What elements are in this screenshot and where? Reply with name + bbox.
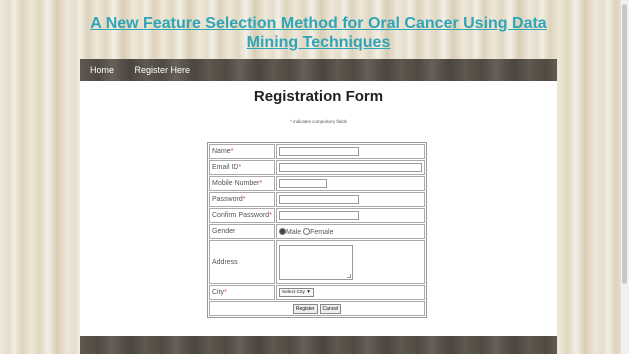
city-label-text: City xyxy=(212,289,225,296)
confirm-password-cell xyxy=(276,208,425,223)
row-password: Password* xyxy=(209,192,425,207)
password-label: Password* xyxy=(209,192,275,207)
confirm-password-label: Confirm Password* xyxy=(209,208,275,223)
content-panel: Registration Form * indicates compulsory… xyxy=(80,81,557,336)
male-label: Male xyxy=(286,228,302,236)
row-confirm-password: Confirm Password* xyxy=(209,208,425,223)
password-input[interactable] xyxy=(279,195,359,204)
compulsory-note: * indicates compulsory fields xyxy=(290,119,347,124)
chevron-down-icon: ▼ xyxy=(306,290,312,295)
address-cell xyxy=(276,240,425,284)
cancel-button[interactable]: Cancel xyxy=(319,303,342,314)
required-mark: * xyxy=(242,196,246,203)
city-cell: Select City ▼ xyxy=(276,285,425,300)
mobile-cell xyxy=(276,176,425,191)
row-mobile: Mobile Number* xyxy=(209,176,425,191)
scrollbar-thumb[interactable] xyxy=(622,4,627,284)
email-label: Email ID* xyxy=(209,160,275,175)
mobile-input[interactable] xyxy=(279,179,327,188)
required-mark: * xyxy=(259,180,263,187)
confirm-password-input[interactable] xyxy=(279,211,359,220)
page-scrollbar[interactable] xyxy=(620,0,629,354)
male-radio[interactable] xyxy=(279,227,286,235)
name-cell xyxy=(276,144,425,159)
required-mark: * xyxy=(269,212,272,219)
name-label: Name* xyxy=(209,144,275,159)
nav-home[interactable]: Home xyxy=(90,59,114,81)
required-mark: * xyxy=(238,164,242,171)
email-cell xyxy=(276,160,425,175)
row-city: City* Select City ▼ xyxy=(209,285,425,300)
gender-cell: Male Female xyxy=(276,224,425,239)
address-textarea[interactable] xyxy=(279,244,353,280)
required-mark: * xyxy=(230,148,234,155)
nav-bar: Home Register Here xyxy=(80,59,557,81)
footer-bar xyxy=(80,336,557,354)
row-gender: Gender Male Female xyxy=(209,224,425,239)
confirm-password-label-text: Confirm Password xyxy=(212,212,270,219)
row-buttons: Register Cancel xyxy=(209,301,425,316)
name-label-text: Name xyxy=(212,148,231,155)
password-label-text: Password xyxy=(212,196,243,203)
city-select[interactable]: Select City ▼ xyxy=(279,288,315,297)
page-wrapper: A New Feature Selection Method for Oral … xyxy=(80,0,557,354)
password-cell xyxy=(276,192,425,207)
row-address: Address xyxy=(209,240,425,284)
form-title: Registration Form xyxy=(253,88,384,105)
city-select-value: Select City xyxy=(282,290,305,295)
mobile-label: Mobile Number* xyxy=(209,176,275,191)
address-label: Address xyxy=(209,240,275,284)
mobile-label-text: Mobile Number xyxy=(212,180,260,187)
site-title[interactable]: A New Feature Selection Method for Oral … xyxy=(80,14,557,52)
buttons-cell: Register Cancel xyxy=(209,301,425,316)
gender-label: Gender xyxy=(209,224,275,239)
required-mark: * xyxy=(224,289,227,296)
row-name: Name* xyxy=(209,144,425,159)
nav-register-here[interactable]: Register Here xyxy=(134,59,190,81)
female-label: Female xyxy=(310,228,334,236)
registration-table: Name* Email ID* Mobile Number* Password*… xyxy=(207,142,427,318)
register-button[interactable]: Register xyxy=(292,303,318,314)
city-label: City* xyxy=(209,285,275,300)
row-email: Email ID* xyxy=(209,160,425,175)
email-label-text: Email ID xyxy=(212,164,239,171)
email-input[interactable] xyxy=(279,163,422,172)
name-input[interactable] xyxy=(279,147,359,156)
